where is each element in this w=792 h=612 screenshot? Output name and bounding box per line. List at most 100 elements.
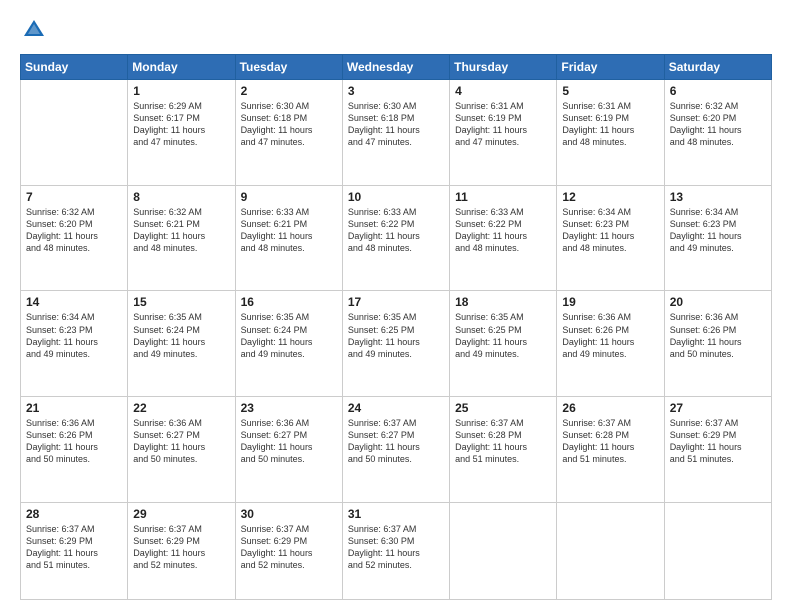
day-number: 28: [26, 507, 123, 521]
week-row-3: 14Sunrise: 6:34 AM Sunset: 6:23 PM Dayli…: [21, 291, 772, 397]
calendar-cell: 11 Sunrise: 6:33 AM Sunset: 6:22 PM Dayli…: [450, 185, 557, 291]
calendar-cell: 5Sunrise: 6:31 AM Sunset: 6:19 PM Daylig…: [557, 80, 664, 186]
day-info: Sunrise: 6:37 AM Sunset: 6:28 PM Dayligh…: [455, 417, 552, 466]
day-info: Sunrise: 6:33 AM Sunset: 6:22 PM Dayligh…: [455, 206, 552, 255]
day-info: Sunrise: 6:37 AM Sunset: 6:30 PM Dayligh…: [348, 523, 445, 572]
day-info: Sunrise: 6:35 AM Sunset: 6:24 PM Dayligh…: [241, 311, 338, 360]
header: [20, 16, 772, 44]
day-number: 1: [133, 84, 230, 98]
calendar-cell: 21 Sunrise: 6:36 AM Sunset: 6:26 PM Dayli…: [21, 397, 128, 503]
day-info: Sunrise: 6:30 AM Sunset: 6:18 PM Dayligh…: [348, 100, 445, 149]
day-number: 7: [26, 190, 123, 204]
day-number: 31: [348, 507, 445, 521]
calendar-cell: [21, 80, 128, 186]
day-info: Sunrise: 6:34 AM Sunset: 6:23 PM Dayligh…: [26, 311, 123, 360]
week-row-2: 7 Sunrise: 6:32 AM Sunset: 6:20 PM Daylig…: [21, 185, 772, 291]
calendar-cell: 16 Sunrise: 6:35 AM Sunset: 6:24 PM Dayli…: [235, 291, 342, 397]
page: SundayMondayTuesdayWednesdayThursdayFrid…: [0, 0, 792, 612]
day-info: Sunrise: 6:30 AM Sunset: 6:18 PM Dayligh…: [241, 100, 338, 149]
day-number: 30: [241, 507, 338, 521]
calendar-cell: 7 Sunrise: 6:32 AM Sunset: 6:20 PM Daylig…: [21, 185, 128, 291]
day-number: 19: [562, 295, 659, 309]
day-number: 26: [562, 401, 659, 415]
weekday-header-row: SundayMondayTuesdayWednesdayThursdayFrid…: [21, 55, 772, 80]
day-info: Sunrise: 6:37 AM Sunset: 6:29 PM Dayligh…: [241, 523, 338, 572]
weekday-header-tuesday: Tuesday: [235, 55, 342, 80]
weekday-header-sunday: Sunday: [21, 55, 128, 80]
day-info: Sunrise: 6:36 AM Sunset: 6:26 PM Dayligh…: [670, 311, 767, 360]
day-number: 22: [133, 401, 230, 415]
calendar-cell: [450, 502, 557, 599]
calendar-cell: 22 Sunrise: 6:36 AM Sunset: 6:27 PM Dayli…: [128, 397, 235, 503]
day-number: 27: [670, 401, 767, 415]
day-info: Sunrise: 6:37 AM Sunset: 6:29 PM Dayligh…: [670, 417, 767, 466]
day-info: Sunrise: 6:33 AM Sunset: 6:21 PM Dayligh…: [241, 206, 338, 255]
day-info: Sunrise: 6:37 AM Sunset: 6:28 PM Dayligh…: [562, 417, 659, 466]
weekday-header-friday: Friday: [557, 55, 664, 80]
day-number: 20: [670, 295, 767, 309]
weekday-header-monday: Monday: [128, 55, 235, 80]
calendar-cell: 27 Sunrise: 6:37 AM Sunset: 6:29 PM Dayli…: [664, 397, 771, 503]
calendar-cell: 6Sunrise: 6:32 AM Sunset: 6:20 PM Daylig…: [664, 80, 771, 186]
day-info: Sunrise: 6:35 AM Sunset: 6:25 PM Dayligh…: [455, 311, 552, 360]
calendar-cell: 8Sunrise: 6:32 AM Sunset: 6:21 PM Daylig…: [128, 185, 235, 291]
calendar-cell: 13 Sunrise: 6:34 AM Sunset: 6:23 PM Dayli…: [664, 185, 771, 291]
calendar-cell: 10 Sunrise: 6:33 AM Sunset: 6:22 PM Dayli…: [342, 185, 449, 291]
calendar-cell: 9 Sunrise: 6:33 AM Sunset: 6:21 PM Daylig…: [235, 185, 342, 291]
week-row-4: 21 Sunrise: 6:36 AM Sunset: 6:26 PM Dayli…: [21, 397, 772, 503]
day-number: 16: [241, 295, 338, 309]
calendar-cell: 28 Sunrise: 6:37 AM Sunset: 6:29 PM Dayli…: [21, 502, 128, 599]
day-info: Sunrise: 6:35 AM Sunset: 6:24 PM Dayligh…: [133, 311, 230, 360]
day-info: Sunrise: 6:35 AM Sunset: 6:25 PM Dayligh…: [348, 311, 445, 360]
day-number: 17: [348, 295, 445, 309]
day-number: 3: [348, 84, 445, 98]
day-number: 13: [670, 190, 767, 204]
day-number: 10: [348, 190, 445, 204]
calendar-cell: 2Sunrise: 6:30 AM Sunset: 6:18 PM Daylig…: [235, 80, 342, 186]
day-info: Sunrise: 6:37 AM Sunset: 6:29 PM Dayligh…: [26, 523, 123, 572]
calendar-cell: 12Sunrise: 6:34 AM Sunset: 6:23 PM Dayli…: [557, 185, 664, 291]
day-info: Sunrise: 6:34 AM Sunset: 6:23 PM Dayligh…: [670, 206, 767, 255]
calendar-cell: 25 Sunrise: 6:37 AM Sunset: 6:28 PM Dayli…: [450, 397, 557, 503]
day-number: 11: [455, 190, 552, 204]
calendar-cell: 15 Sunrise: 6:35 AM Sunset: 6:24 PM Dayli…: [128, 291, 235, 397]
calendar-cell: 24 Sunrise: 6:37 AM Sunset: 6:27 PM Dayli…: [342, 397, 449, 503]
day-number: 8: [133, 190, 230, 204]
day-number: 25: [455, 401, 552, 415]
day-info: Sunrise: 6:37 AM Sunset: 6:27 PM Dayligh…: [348, 417, 445, 466]
day-info: Sunrise: 6:33 AM Sunset: 6:22 PM Dayligh…: [348, 206, 445, 255]
week-row-5: 28 Sunrise: 6:37 AM Sunset: 6:29 PM Dayli…: [21, 502, 772, 599]
day-number: 6: [670, 84, 767, 98]
calendar-cell: 31 Sunrise: 6:37 AM Sunset: 6:30 PM Dayli…: [342, 502, 449, 599]
logo: [20, 16, 52, 44]
calendar-cell: 23Sunrise: 6:36 AM Sunset: 6:27 PM Dayli…: [235, 397, 342, 503]
weekday-header-saturday: Saturday: [664, 55, 771, 80]
calendar-cell: 20 Sunrise: 6:36 AM Sunset: 6:26 PM Dayli…: [664, 291, 771, 397]
calendar-cell: 4 Sunrise: 6:31 AM Sunset: 6:19 PM Daylig…: [450, 80, 557, 186]
weekday-header-wednesday: Wednesday: [342, 55, 449, 80]
day-info: Sunrise: 6:36 AM Sunset: 6:26 PM Dayligh…: [26, 417, 123, 466]
day-number: 24: [348, 401, 445, 415]
calendar-cell: [664, 502, 771, 599]
calendar-cell: 17 Sunrise: 6:35 AM Sunset: 6:25 PM Dayli…: [342, 291, 449, 397]
calendar-cell: 14Sunrise: 6:34 AM Sunset: 6:23 PM Dayli…: [21, 291, 128, 397]
day-number: 29: [133, 507, 230, 521]
calendar-cell: 1 Sunrise: 6:29 AM Sunset: 6:17 PM Daylig…: [128, 80, 235, 186]
day-number: 4: [455, 84, 552, 98]
day-number: 12: [562, 190, 659, 204]
day-info: Sunrise: 6:31 AM Sunset: 6:19 PM Dayligh…: [455, 100, 552, 149]
calendar-cell: 30 Sunrise: 6:37 AM Sunset: 6:29 PM Dayli…: [235, 502, 342, 599]
day-number: 9: [241, 190, 338, 204]
day-number: 15: [133, 295, 230, 309]
day-number: 18: [455, 295, 552, 309]
day-info: Sunrise: 6:37 AM Sunset: 6:29 PM Dayligh…: [133, 523, 230, 572]
day-info: Sunrise: 6:29 AM Sunset: 6:17 PM Dayligh…: [133, 100, 230, 149]
day-info: Sunrise: 6:32 AM Sunset: 6:20 PM Dayligh…: [26, 206, 123, 255]
calendar-cell: 29 Sunrise: 6:37 AM Sunset: 6:29 PM Dayli…: [128, 502, 235, 599]
day-info: Sunrise: 6:36 AM Sunset: 6:27 PM Dayligh…: [133, 417, 230, 466]
calendar-cell: 19Sunrise: 6:36 AM Sunset: 6:26 PM Dayli…: [557, 291, 664, 397]
day-number: 21: [26, 401, 123, 415]
day-number: 5: [562, 84, 659, 98]
day-info: Sunrise: 6:36 AM Sunset: 6:27 PM Dayligh…: [241, 417, 338, 466]
logo-icon: [20, 16, 48, 44]
